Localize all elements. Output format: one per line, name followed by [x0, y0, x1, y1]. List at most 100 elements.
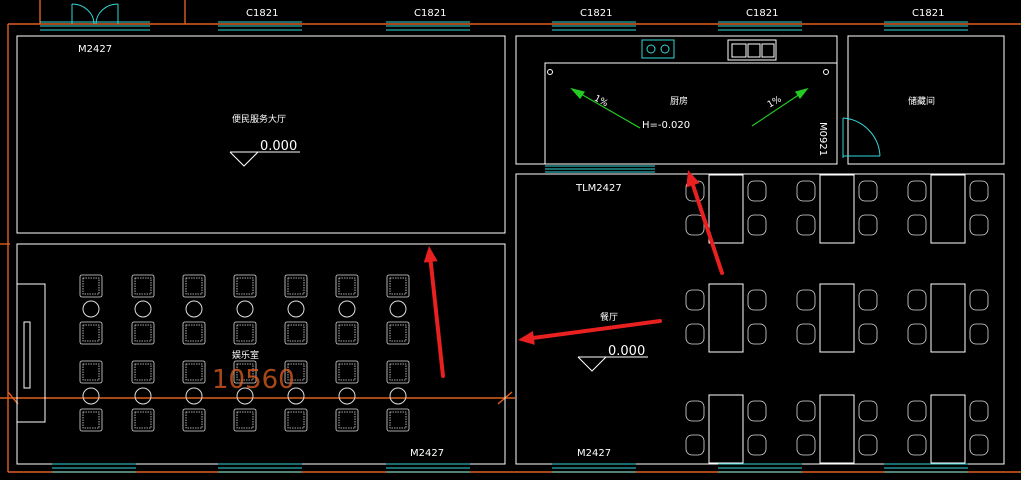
table-icon: [708, 283, 744, 353]
chair-icon: [131, 408, 155, 432]
chair-icon: [907, 289, 927, 311]
chair-icon: [907, 400, 927, 422]
window-label: C1821: [580, 8, 612, 19]
chair-icon: [969, 289, 989, 311]
chair-icon: [858, 214, 878, 236]
chair-icon: [747, 180, 767, 202]
chair-icon: [79, 408, 103, 432]
chair-icon: [335, 360, 359, 384]
chair-icon: [969, 180, 989, 202]
table-icon: [819, 394, 855, 464]
chair-icon: [182, 360, 206, 384]
chair-icon: [747, 400, 767, 422]
chair-icon: [685, 289, 705, 311]
stool-icon: [338, 387, 356, 405]
stool-icon: [389, 387, 407, 405]
window-icon: [386, 21, 470, 31]
entrance-door-icon: [71, 3, 119, 25]
chair-icon: [969, 434, 989, 456]
stool-icon: [82, 300, 100, 318]
chair-icon: [386, 274, 410, 298]
chair-icon: [858, 289, 878, 311]
elevation-marker: [229, 151, 300, 167]
room-label-kitchen: 厨房: [670, 95, 688, 107]
windows: [40, 21, 968, 473]
sink-icon: [727, 39, 777, 61]
kitchen-elevation: H=-0.020: [642, 120, 690, 131]
slope-label: 1%: [766, 94, 784, 110]
slope-label: 1%: [592, 94, 610, 110]
chair-icon: [131, 321, 155, 345]
chair-icon: [796, 180, 816, 202]
room-walls: [16, 35, 1005, 465]
chair-icon: [284, 274, 308, 298]
chair-icon: [386, 321, 410, 345]
room-label-dining: 餐厅: [600, 311, 618, 323]
table-icon: [930, 394, 966, 464]
chair-icon: [685, 400, 705, 422]
chair-icon: [335, 408, 359, 432]
chair-icon: [796, 214, 816, 236]
chair-icon: [335, 274, 359, 298]
chair-icon: [796, 323, 816, 345]
chair-icon: [685, 434, 705, 456]
table-set: [685, 394, 767, 464]
table-set: [796, 394, 878, 464]
room-label-storage: 储藏间: [908, 95, 935, 107]
table-icon: [819, 174, 855, 244]
chair-icon: [79, 321, 103, 345]
chair-icon: [747, 214, 767, 236]
window-icon: [552, 21, 636, 31]
table-set: [907, 174, 989, 244]
table-set: [907, 394, 989, 464]
window-label: C1821: [246, 8, 278, 19]
table-icon: [708, 174, 744, 244]
elevation-value: 0.000: [260, 139, 297, 154]
chair-icon: [233, 321, 257, 345]
chair-icon: [685, 214, 705, 236]
window-icon: [52, 463, 136, 473]
stool-icon: [82, 387, 100, 405]
window-icon: [218, 21, 302, 31]
window-icon: [40, 21, 150, 31]
chair-icon: [386, 360, 410, 384]
red-arrow: [518, 319, 662, 345]
chair-icon: [858, 434, 878, 456]
red-arrow: [423, 246, 445, 378]
chair-icon: [79, 274, 103, 298]
dimension-label: 10560: [212, 365, 295, 395]
window-label: C1821: [414, 8, 446, 19]
chair-icon: [335, 321, 359, 345]
window-label: C1821: [746, 8, 778, 19]
room-label-service-hall: 便民服务大厅: [232, 113, 286, 125]
dining-furniture: [685, 174, 989, 464]
chair-icon: [233, 274, 257, 298]
window-icon: [218, 463, 302, 473]
chair-icon: [747, 289, 767, 311]
chair-icon: [386, 408, 410, 432]
chair-icon: [182, 274, 206, 298]
chair-icon: [131, 360, 155, 384]
stool-icon: [185, 387, 203, 405]
stool-icon: [389, 300, 407, 318]
elevation-value: 0.000: [608, 344, 645, 359]
table-set: [796, 283, 878, 353]
window-icon: [884, 463, 968, 473]
window-icon: [552, 463, 636, 473]
chair-icon: [907, 180, 927, 202]
chair-icon: [907, 214, 927, 236]
chair-icon: [747, 434, 767, 456]
elevation-marker: [577, 356, 648, 372]
table-set: [685, 283, 767, 353]
chair-icon: [284, 321, 308, 345]
stool-icon: [338, 300, 356, 318]
table-icon: [708, 394, 744, 464]
stool-icon: [134, 387, 152, 405]
chair-icon: [969, 400, 989, 422]
door-label: M0921: [817, 122, 828, 156]
table-icon: [819, 283, 855, 353]
table-set: [685, 174, 767, 244]
chair-icon: [858, 180, 878, 202]
door-label: M2427: [78, 44, 112, 55]
window-icon: [718, 463, 802, 473]
